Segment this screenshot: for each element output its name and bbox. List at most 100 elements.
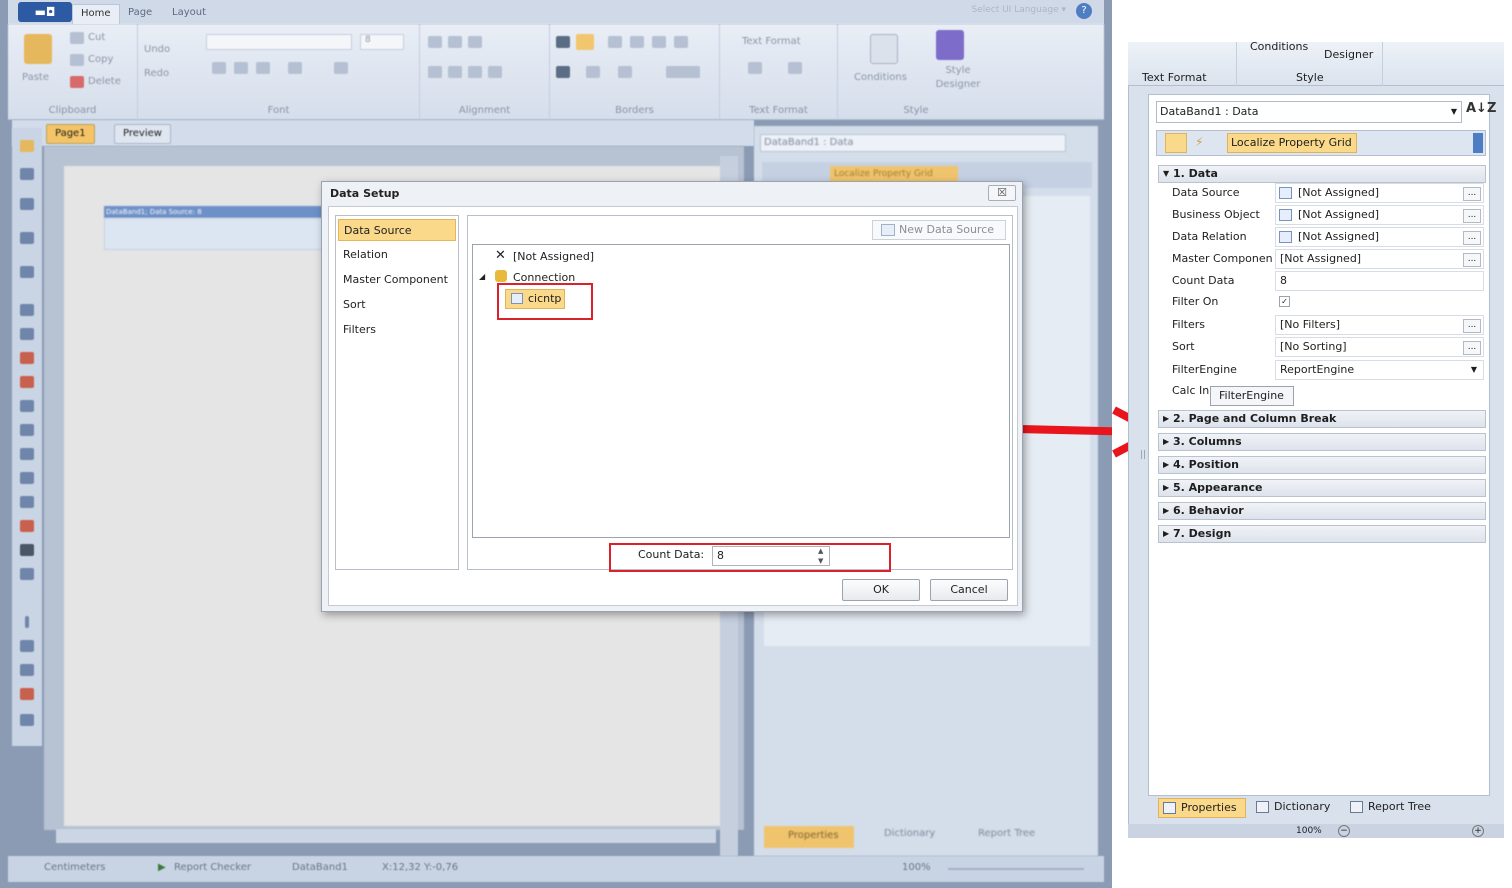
ellipsis-button[interactable]: ...	[1463, 209, 1481, 223]
tab-properties[interactable]: Properties	[1158, 798, 1246, 818]
property-row[interactable]: Business Object [Not Assigned]...	[1158, 204, 1486, 226]
splitter-grip[interactable]: ||	[1140, 450, 1146, 460]
property-row[interactable]: Sort [No Sorting]...	[1158, 336, 1486, 358]
settings-tool-icon[interactable]	[20, 714, 34, 726]
align-center-icon[interactable]	[448, 66, 462, 78]
tab-report-tree-blurred[interactable]: Report Tree	[954, 828, 1035, 839]
gauge-tool-icon[interactable]	[20, 376, 34, 388]
category-appearance[interactable]: ▶ 5. Appearance	[1158, 479, 1486, 497]
filter-on-checkbox[interactable]: ✓	[1279, 296, 1290, 307]
justify-icon[interactable]	[488, 66, 502, 78]
style-designer-icon[interactable]	[936, 30, 964, 60]
zoom-in-icon[interactable]: +	[1472, 825, 1484, 837]
chart-tool-icon[interactable]	[20, 352, 34, 364]
toolbar-scroll[interactable]	[1473, 133, 1483, 153]
databand-body[interactable]	[104, 218, 334, 250]
chevron-down-icon[interactable]: ▼	[1451, 102, 1457, 122]
delete-icon[interactable]	[70, 76, 84, 88]
chevron-down-icon[interactable]: ▼	[1471, 361, 1477, 379]
paste-icon[interactable]	[24, 34, 52, 64]
tab-layout[interactable]: Layout	[164, 4, 214, 24]
rounded-rectangle-tool-icon[interactable]	[20, 664, 34, 676]
tab-page[interactable]: Page	[120, 4, 160, 24]
align-left-icon[interactable]	[428, 66, 442, 78]
property-row[interactable]: FilterEngine ReportEngine ▼	[1158, 359, 1486, 381]
property-value[interactable]: ReportEngine ▼	[1275, 360, 1484, 380]
help-icon[interactable]: ?	[1076, 3, 1092, 19]
property-value[interactable]: [Not Assigned]...	[1275, 183, 1484, 203]
ellipsis-button[interactable]: ...	[1463, 253, 1481, 267]
tab-preview[interactable]: Preview	[114, 124, 171, 144]
ellipsis-button[interactable]: ...	[1463, 187, 1481, 201]
cross-band-tool-icon[interactable]	[20, 198, 34, 210]
ellipsis-button[interactable]: ...	[1463, 231, 1481, 245]
shadow-icon[interactable]	[556, 66, 570, 78]
ellipsis-button[interactable]: ...	[1463, 319, 1481, 333]
tab-report-tree[interactable]: Report Tree	[1346, 798, 1439, 818]
tab-dictionary-blurred[interactable]: Dictionary	[860, 828, 935, 839]
report-checker-button[interactable]: Report Checker	[174, 862, 251, 873]
border-right-icon[interactable]	[674, 36, 688, 48]
clone-tool-icon[interactable]	[20, 448, 34, 460]
bold-icon[interactable]	[212, 62, 226, 74]
category-page-break[interactable]: ▶ 2. Page and Column Break	[1158, 410, 1486, 428]
container-tool-icon[interactable]	[20, 472, 34, 484]
nav-filters[interactable]: Filters	[338, 319, 456, 341]
cancel-button[interactable]: Cancel	[930, 579, 1008, 601]
select-tool-icon[interactable]	[20, 140, 34, 152]
tab-properties-blurred[interactable]: Properties	[764, 826, 854, 848]
close-icon[interactable]: ☒	[988, 185, 1016, 201]
category-position[interactable]: ▶ 4. Position	[1158, 456, 1486, 474]
property-row[interactable]: Count Data 8	[1158, 270, 1486, 292]
tab-dictionary[interactable]: Dictionary	[1252, 798, 1338, 818]
nav-relation[interactable]: Relation	[338, 244, 456, 266]
category-columns[interactable]: ▶ 3. Columns	[1158, 433, 1486, 451]
zoom-slider[interactable]	[948, 868, 1084, 870]
vertical-line-tool-icon[interactable]	[25, 616, 29, 628]
nav-data-source[interactable]: Data Source	[338, 219, 456, 241]
tab-page1[interactable]: Page1	[46, 124, 95, 144]
border-all-icon[interactable]	[556, 36, 570, 48]
tab-home[interactable]: Home	[72, 4, 120, 24]
copy-icon[interactable]	[70, 54, 84, 66]
band-tool-icon[interactable]	[20, 168, 34, 180]
new-data-source-button[interactable]: New Data Source	[872, 220, 1006, 240]
property-value[interactable]: ✓	[1275, 292, 1484, 312]
border-none-icon[interactable]	[576, 34, 594, 50]
property-value[interactable]: [No Filters]...	[1275, 315, 1484, 335]
app-menu-button[interactable]: ▬◘	[18, 2, 72, 22]
text-format-button[interactable]: Text Format	[742, 36, 801, 47]
format-alt-icon[interactable]	[788, 62, 802, 74]
grow-font-icon[interactable]	[334, 62, 348, 74]
category-data[interactable]: ▼ 1. Data	[1158, 165, 1486, 183]
ellipsis-button[interactable]: ...	[1463, 341, 1481, 355]
panel-tool-icon[interactable]	[20, 424, 34, 436]
cut-icon[interactable]	[70, 32, 84, 44]
font-size-combo[interactable]: 8	[360, 34, 404, 50]
nav-sort[interactable]: Sort	[338, 294, 456, 316]
checkbox-tool-icon[interactable]	[20, 544, 34, 556]
border-color-icon[interactable]	[618, 66, 632, 78]
border-style-icon[interactable]	[666, 66, 700, 78]
property-value[interactable]: [No Sorting]...	[1275, 337, 1484, 357]
zoom-out-icon[interactable]: −	[1338, 825, 1350, 837]
tree-not-assigned[interactable]: [Not Assigned]	[513, 250, 594, 263]
property-value[interactable]: [Not Assigned]...	[1275, 205, 1484, 225]
conditions-icon[interactable]	[870, 34, 898, 64]
property-value[interactable]: 8	[1275, 271, 1484, 291]
databand-header[interactable]: DataBand1; Data Source: 8	[104, 206, 334, 218]
property-row[interactable]: Filter On ✓	[1158, 291, 1486, 313]
align-top-icon[interactable]	[428, 36, 442, 48]
events-icon[interactable]: ⚡	[1195, 135, 1203, 149]
map-tool-icon[interactable]	[20, 520, 34, 532]
select-ui-language[interactable]: Select UI Language ▾	[971, 5, 1066, 15]
align-middle-icon[interactable]	[448, 36, 462, 48]
property-row[interactable]: Data Source [Not Assigned]...	[1158, 182, 1486, 204]
italic-icon[interactable]	[234, 62, 248, 74]
category-behavior[interactable]: ▶ 6. Behavior	[1158, 502, 1486, 520]
property-row[interactable]: Filters [No Filters]...	[1158, 314, 1486, 336]
text-tool-icon[interactable]	[20, 232, 34, 244]
align-right-icon[interactable]	[468, 66, 482, 78]
horizontal-scrollbar[interactable]	[56, 829, 716, 843]
fill-color-icon[interactable]	[586, 66, 600, 78]
